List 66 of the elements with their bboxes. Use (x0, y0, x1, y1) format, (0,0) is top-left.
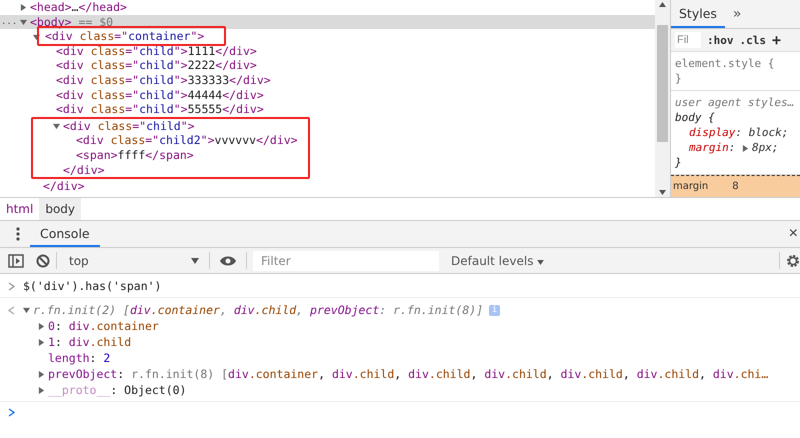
expand-arrow-icon[interactable] (38, 322, 45, 330)
breadcrumb[interactable]: body (39, 198, 82, 220)
context-selector[interactable]: top (63, 254, 203, 268)
html-tag-line[interactable]: <div class="container"> (45, 29, 204, 44)
expand-arrow-icon[interactable] (20, 18, 27, 26)
rule-origin: user agent styles… (675, 95, 796, 110)
more-tabs-button[interactable]: » (724, 0, 750, 28)
html-close-tag: </div> (63, 162, 105, 177)
object-property[interactable]: prevObject: r.fn.init(8) [div.container, div.child, div.child, div.child, div.child, div.child, div.chi… (48, 366, 768, 382)
box-model-margin: margin 8 (671, 175, 800, 197)
menu-icon[interactable] (16, 227, 20, 241)
html-tag-line[interactable]: <head>…</head> (30, 0, 127, 14)
clear-icon[interactable] (36, 254, 50, 268)
rule-brace: } (675, 155, 683, 170)
expand-arrow-icon[interactable] (23, 306, 30, 314)
scroll-down-icon[interactable] (659, 190, 666, 195)
expand-arrow-icon[interactable] (20, 4, 27, 12)
log-levels-dropdown[interactable]: Default levels (445, 252, 550, 268)
console-filter-field[interactable]: Filter (253, 250, 439, 270)
scroll-up-icon[interactable] (659, 2, 666, 7)
rule-selector: element.style { (675, 56, 776, 72)
styles-tab[interactable]: Styles (671, 0, 725, 28)
dropdown-caret-icon (191, 258, 199, 264)
console-command-text: $('div').has('span') (23, 278, 162, 294)
settings-icon[interactable] (786, 254, 800, 268)
scroll-thumb[interactable] (657, 25, 668, 142)
expand-arrow-icon[interactable] (38, 370, 45, 378)
html-tag-line[interactable]: <div class="child2">vvvvvv</div> (76, 133, 298, 148)
style-declaration: display: block; (688, 125, 790, 140)
html-tag-line[interactable]: <body> == $0 (30, 14, 114, 29)
hover-state-toggle[interactable]: :hov (707, 34, 734, 47)
object-property[interactable]: 1: div.child (48, 334, 132, 350)
close-button[interactable]: × (786, 221, 800, 247)
expand-arrow-icon[interactable] (742, 144, 749, 152)
scrollbar[interactable] (655, 0, 670, 197)
expand-arrow-icon[interactable] (53, 123, 60, 130)
html-tag-line[interactable]: <span>ffff</span> (76, 148, 194, 162)
html-tag-line[interactable]: <div class="child"> (63, 118, 195, 133)
breadcrumb[interactable]: html (0, 198, 40, 220)
sidebar-toggle-icon[interactable] (8, 254, 24, 268)
selected-row[interactable]: ... <body> == $0 (0, 14, 655, 30)
dropdown-caret-icon (537, 260, 544, 264)
output-chevron-icon (8, 306, 15, 314)
html-tag-line[interactable]: <div class="child">44444</div> (56, 88, 264, 102)
rule-selector: body { (675, 110, 716, 126)
style-declaration: margin: 8px; (688, 140, 780, 156)
html-tag-line[interactable]: <div class="child">55555</div> (56, 102, 264, 116)
html-tag-line[interactable]: <div class="child">2222</div> (56, 58, 257, 72)
rule-brace: } (675, 71, 683, 86)
object-property[interactable]: length: 2 (48, 350, 110, 366)
class-toggle[interactable]: .cls (740, 34, 766, 47)
object-property[interactable]: __proto__: Object(0) (48, 382, 186, 398)
object-property[interactable]: 0: div.container (48, 318, 159, 334)
expand-arrow-icon[interactable] (38, 386, 45, 394)
html-tag-line[interactable]: <div class="child">333333</div> (56, 72, 271, 87)
eye-icon[interactable] (220, 256, 236, 266)
expand-arrow-icon[interactable] (33, 34, 40, 41)
result-summary[interactable]: r.fn.init(2) [div.container, div.child, prevObject: r.fn.init(8)] (33, 302, 484, 318)
ellipsis-menu[interactable]: ... (1, 14, 18, 30)
styles-filter-field[interactable]: Fil (675, 32, 701, 48)
html-close-tag: </div> (43, 179, 85, 194)
input-chevron-icon (8, 282, 15, 290)
prompt-chevron-icon[interactable] (8, 408, 15, 416)
html-tag-line[interactable]: <div class="child">1111</div> (56, 44, 257, 58)
expand-arrow-icon[interactable] (38, 338, 45, 346)
new-rule-button[interactable]: + (772, 31, 782, 50)
